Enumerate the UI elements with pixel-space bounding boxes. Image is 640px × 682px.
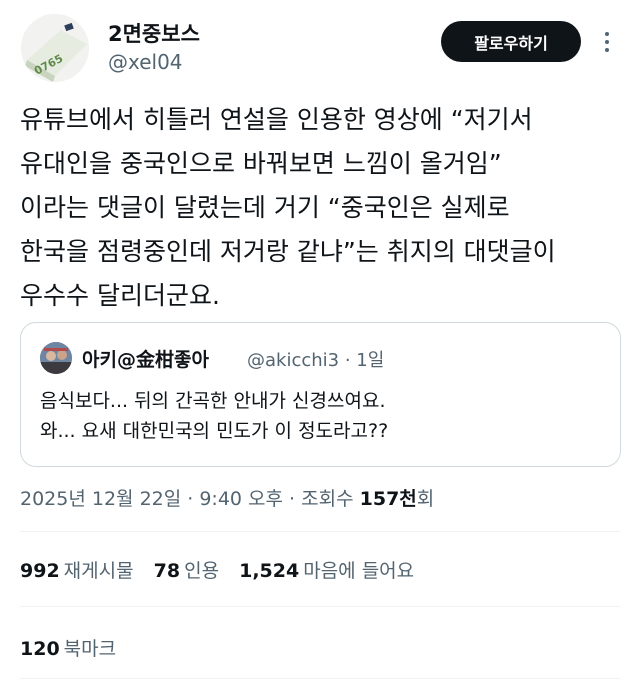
tweet-text: 유튜브에서 히틀러 연설을 인용한 영상에 “저기서 유대인을 중국인으로 바꿔… xyxy=(20,98,620,318)
retweets-label: 재게시물 xyxy=(63,560,134,582)
timestamp-text[interactable]: 2025년 12월 22일 · 9:40 오후 · 조회수 xyxy=(20,488,360,510)
retweets-count: 992 xyxy=(20,560,60,582)
tweet-timestamp: 2025년 12월 22일 · 9:40 오후 · 조회수 157천회 xyxy=(20,484,434,511)
retweets-stat[interactable]: 992 재게시물 xyxy=(20,560,134,582)
view-count-suffix: 회 xyxy=(416,488,435,510)
bookmarks-stat[interactable]: 120 북마크 xyxy=(20,634,116,661)
view-count: 157천 xyxy=(359,488,417,510)
quoted-tweet-text: 음식보다... 뒤의 간곡한 안내가 신경쓰여요. 와... 요새 대한민국의 … xyxy=(40,386,388,446)
quotes-count: 78 xyxy=(153,560,181,582)
tweet-text-line: 우수수 달리더군요. xyxy=(20,281,220,310)
likes-count: 1,524 xyxy=(239,560,300,582)
quoted-author-avatar[interactable] xyxy=(40,342,72,374)
divider xyxy=(20,606,620,607)
quoted-text-line: 음식보다... 뒤의 간곡한 안내가 신경쓰여요. xyxy=(40,390,386,412)
divider xyxy=(20,531,620,532)
quotes-label: 인용 xyxy=(184,560,220,582)
author-handle[interactable]: @xel04 xyxy=(108,50,183,74)
quoted-avatar-image xyxy=(40,342,72,374)
tweet-text-line: 한국을 점령중인데 저거랑 같냐”는 취지의 대댓글이 xyxy=(20,237,556,266)
tweet-text-line: 유튜브에서 히틀러 연설을 인용한 영상에 “저기서 xyxy=(20,105,533,134)
tweet-header: 0765 2면중보스 @xel04 팔로우하기 xyxy=(0,0,640,96)
engagement-stats: 992 재게시물 78 인용 1,524 마음에 들어요 xyxy=(20,556,428,583)
bookmarks-count: 120 xyxy=(20,638,60,660)
divider xyxy=(20,678,620,679)
quoted-author-name[interactable]: 아키@金柑좋아 xyxy=(82,345,209,372)
quotes-stat[interactable]: 78 인용 xyxy=(154,560,219,582)
quoted-tweet[interactable]: 아키@金柑좋아 @akicchi3 · 1일 음식보다... 뒤의 간곡한 안내… xyxy=(20,322,621,467)
avatar-image: 0765 xyxy=(21,14,89,82)
quoted-text-line: 와... 요새 대한민국의 민도가 이 정도라고?? xyxy=(40,420,389,442)
tweet-text-line: 유대인을 중국인으로 바꿔보면 느낌이 올거임” xyxy=(20,149,502,178)
author-avatar[interactable]: 0765 xyxy=(21,14,89,82)
quoted-author-meta: @akicchi3 · 1일 xyxy=(247,350,385,371)
bookmarks-label: 북마크 xyxy=(63,638,117,660)
tweet-text-line: 이라는 댓글이 달렸는데 거기 “중국인은 실제로 xyxy=(20,193,510,222)
author-display-name[interactable]: 2면중보스 xyxy=(108,18,200,48)
likes-label: 마음에 들어요 xyxy=(303,560,415,582)
likes-stat[interactable]: 1,524 마음에 들어요 xyxy=(239,560,414,582)
more-options-icon[interactable] xyxy=(598,27,616,57)
follow-button[interactable]: 팔로우하기 xyxy=(441,21,581,62)
